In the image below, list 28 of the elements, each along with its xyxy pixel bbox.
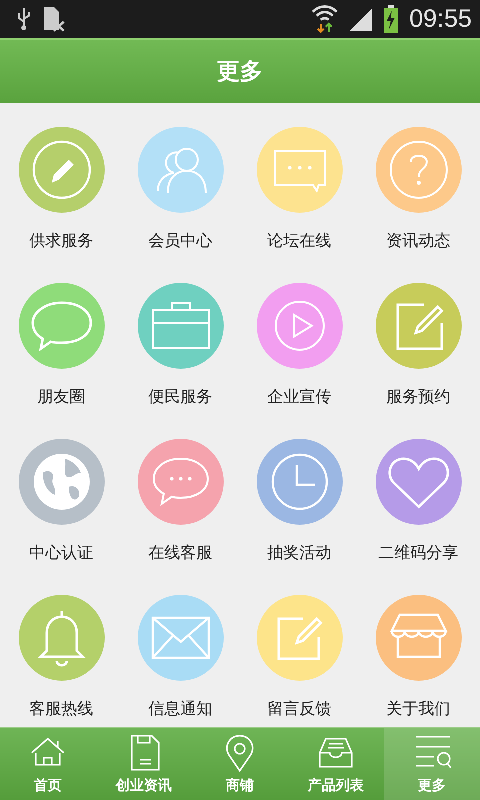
feature-label: 资讯动态 (386, 231, 450, 252)
wifi-icon (311, 4, 340, 34)
signal-icon (349, 7, 374, 31)
tab-bar-item[interactable]: 产品列表 (288, 728, 384, 800)
tab-bar-item[interactable]: 更多 (384, 728, 480, 800)
feature-label: 中心认证 (30, 543, 94, 564)
tab-bar-item[interactable]: 首页 (0, 728, 96, 800)
feature-label: 在线客服 (148, 543, 212, 564)
feature-label: 抽奖活动 (268, 543, 332, 564)
feature-label: 供求服务 (30, 231, 94, 252)
feature-label: 二维码分享 (378, 543, 458, 564)
feature-label: 论坛在线 (268, 231, 332, 252)
tab-bar-item[interactable]: 创业资讯 (96, 728, 192, 800)
sim-card-icon (42, 6, 66, 32)
tab-bar-item[interactable]: 商铺 (192, 728, 288, 800)
feature-label: 企业宣传 (268, 387, 332, 408)
feature-label: 信息通知 (148, 699, 212, 720)
battery-icon (383, 5, 400, 33)
page-title: 更多 (217, 58, 263, 87)
feature-label: 会员中心 (148, 231, 212, 252)
feature-label: 服务预约 (386, 387, 450, 408)
usb-icon (16, 7, 32, 31)
clock-time: 09:55 (409, 4, 472, 34)
feature-label: 客服热线 (30, 699, 94, 720)
feature-label: 留言反馈 (268, 699, 332, 720)
feature-label: 便民服务 (148, 387, 212, 408)
feature-label: 朋友圈 (38, 387, 86, 408)
feature-label: 关于我们 (386, 699, 450, 720)
